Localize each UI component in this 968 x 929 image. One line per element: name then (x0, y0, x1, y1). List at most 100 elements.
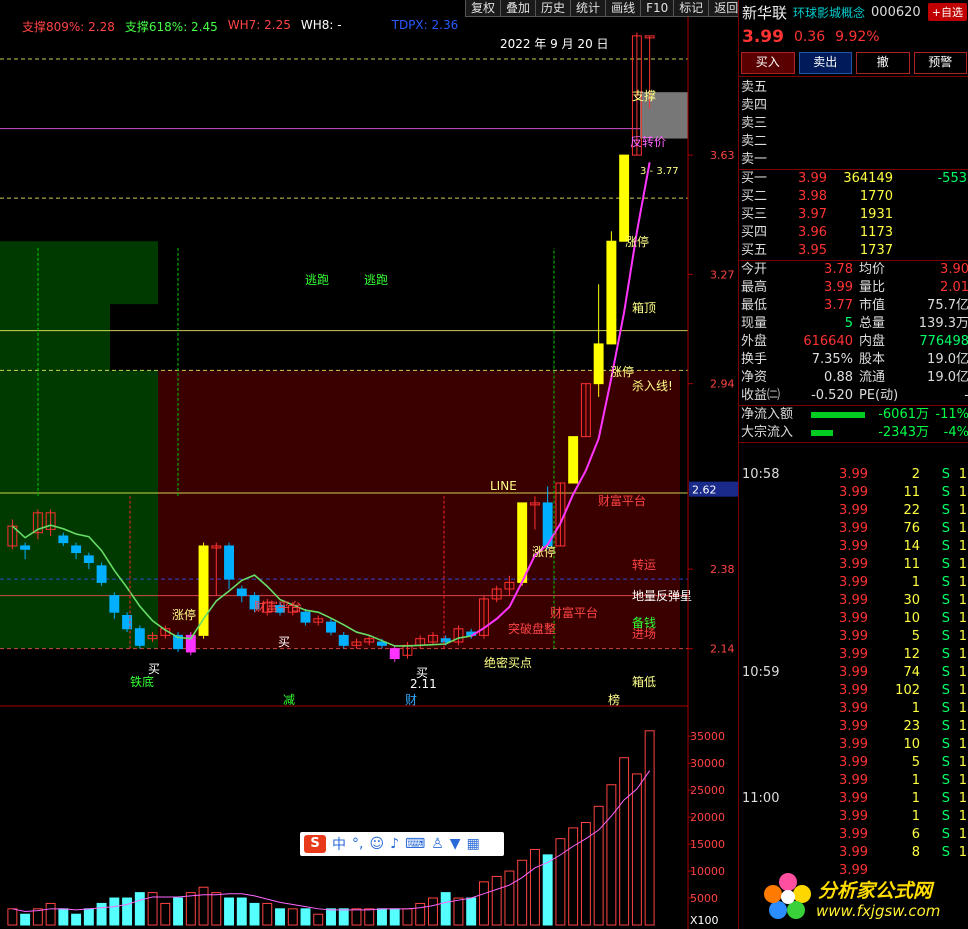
turn-luck-label: 转运 (632, 557, 656, 572)
buy-level-label: 买一 (741, 171, 768, 186)
toolbar-draw-button[interactable]: 画线 (605, 0, 641, 17)
ime-keyboard-icon[interactable]: ⌨ (405, 836, 425, 852)
stock-concept[interactable]: 环球影城概念 (793, 4, 865, 21)
volume-tick-label: 35000 (690, 730, 725, 743)
price-tick-label: 2.62 (692, 484, 717, 497)
buy-level-change (893, 242, 968, 260)
tick-row: 3.99 1 S 1 (739, 808, 968, 826)
tick-row: 3.99 5 S 1 (739, 628, 968, 646)
trade-buttons: 买入 卖出 撤 预警 (739, 50, 968, 77)
ime-emoji-icon[interactable]: ☺ (369, 836, 384, 852)
volume-bar (568, 827, 579, 926)
tick-row: 11:00 3.99 1 S 1 (739, 790, 968, 808)
tick-count: 1 (958, 557, 967, 572)
candle-body (338, 634, 349, 646)
kline-chart-panel[interactable]: 2022 年 9 月 20 日支撑 反转价 3 - 3.77 逃跑 逃跑 箱顶 杀入线! 涨停… (0, 0, 738, 929)
tick-side: S (941, 593, 950, 608)
tick-count: 1 (958, 539, 967, 554)
limit-up-label: 涨停 (172, 607, 196, 622)
ime-mic-icon[interactable]: ♪ (390, 836, 399, 852)
sell-button[interactable]: 卖出 (798, 52, 852, 74)
volume-tick-label: 30000 (690, 757, 725, 770)
stats-row: 外盘 616640 内盘 776498 (739, 333, 968, 351)
buy-level-change (893, 206, 968, 224)
ime-grid-icon[interactable]: ▦ (467, 836, 480, 852)
price-tick-label: 3.63 (710, 149, 735, 162)
tick-price: 3.99 (839, 647, 868, 662)
tick-price: 3.99 (839, 539, 868, 554)
tick-row: 3.99 30 S 1 (739, 592, 968, 610)
sell-level-label: 卖三 (741, 116, 768, 131)
tick-time (739, 502, 826, 520)
stat-label: 现量 (741, 316, 768, 331)
toolbar-mark-button[interactable]: 标记 (673, 0, 709, 17)
tick-count: 1 (958, 701, 967, 716)
buy-level-price: 3.95 (798, 243, 827, 258)
tick-price: 3.99 (839, 485, 868, 500)
tick-list[interactable]: 10:58 3.99 2 S 1 3.99 11 S 1 3.99 22 S 1 3.99 76 S 1 3.99… (739, 466, 968, 880)
buy-level-label: 买四 (741, 225, 768, 240)
toolbar-f10-button[interactable]: F10 (640, 0, 674, 17)
volume-bar (236, 897, 247, 926)
candle-body (71, 545, 82, 554)
tick-time (739, 682, 826, 700)
candle-body (224, 545, 234, 580)
tick-time: 10:58 (742, 467, 780, 482)
alert-button[interactable]: 预警 (913, 52, 967, 74)
volume-bar (7, 908, 18, 926)
buy-orderbook: 买一 3.99 364149 -553 买二 3.98 1770 买三 3.97 1931 买… (739, 170, 968, 261)
add-favorite-button[interactable]: +自选 (927, 3, 967, 21)
volume-bar (300, 908, 311, 926)
volume-bar (211, 892, 222, 926)
chart-canvas[interactable]: 2022 年 9 月 20 日支撑反转价3 - 3.77逃跑 逃跑箱顶杀入线!涨停… (0, 0, 738, 929)
volume-bar (631, 773, 642, 926)
tick-volume: 76 (903, 521, 920, 536)
buy-level-volume: 1770 (859, 189, 893, 204)
ime-punct-icon[interactable]: °, (352, 836, 363, 852)
stat-value: 19.0亿 (927, 352, 968, 367)
tick-count: 1 (958, 485, 967, 500)
ime-skin-icon[interactable]: ▼ (450, 836, 461, 852)
ime-user-icon[interactable]: ♙ (431, 836, 444, 852)
stat-value: -0.520 (811, 388, 853, 403)
buy-level-change (893, 188, 968, 206)
tick-price: 3.99 (839, 593, 868, 608)
buy-level-price: 3.99 (798, 171, 827, 186)
tick-time (739, 826, 826, 844)
stat-label: 净资 (741, 370, 768, 385)
flow-row: 净流入额 -6061万 -11% (739, 406, 968, 424)
toolbar-stats-button[interactable]: 统计 (570, 0, 606, 17)
money-flow: 净流入额 -6061万 -11% 大宗流入 -2343万 -4% (739, 406, 968, 443)
limit-up-label: 涨停 (625, 234, 649, 249)
ime-toolbar[interactable]: S 中 °, ☺ ♪ ⌨ ♙ ▼ ▦ (300, 832, 504, 856)
red-zone (158, 370, 680, 649)
tick-price: 3.99 (839, 665, 868, 680)
fxjgsw-logo: 分析家公式网 www.fxjgsw.com (760, 866, 968, 926)
toolbar-fuquan-button[interactable]: 复权 (465, 0, 501, 17)
tick-time (739, 808, 826, 826)
volume-bar (402, 908, 413, 926)
toolbar-history-button[interactable]: 历史 (535, 0, 571, 17)
tick-price: 3.99 (839, 611, 868, 626)
tick-row: 3.99 5 S 1 (739, 754, 968, 772)
toolbar-overlay-button[interactable]: 叠加 (500, 0, 536, 17)
tick-count: 1 (958, 503, 967, 518)
tick-price: 3.99 (839, 827, 868, 842)
stat-value: 2.01 (940, 280, 968, 295)
buy-button[interactable]: 买入 (741, 52, 795, 74)
tick-time (739, 556, 826, 574)
volume-bar (71, 913, 82, 926)
volume-bar (504, 870, 515, 926)
volume-bar (580, 822, 591, 926)
buy-level-volume: 1931 (859, 207, 893, 222)
buy-level-3: 买三 3.97 1931 (739, 206, 968, 224)
volume-bar (619, 757, 630, 926)
ime-chinese-mode[interactable]: 中 (332, 834, 346, 854)
tick-time (739, 592, 826, 610)
buy-level-volume: 1173 (859, 225, 893, 240)
sell-level-2: 卖二 (739, 133, 968, 151)
buy-level-4: 买四 3.96 1173 (739, 224, 968, 242)
tick-side: S (941, 521, 950, 536)
cancel-order-button[interactable]: 撤 (856, 52, 910, 74)
sogou-ime-icon[interactable]: S (304, 835, 326, 853)
